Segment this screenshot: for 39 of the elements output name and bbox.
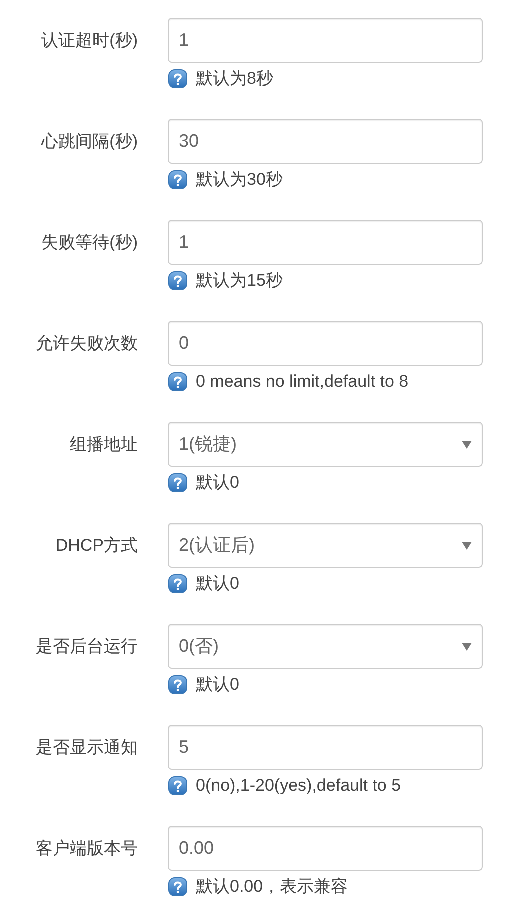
help-icon xyxy=(168,372,188,392)
hint-text: 默认为15秒 xyxy=(196,270,283,292)
field-label: 客户端版本号 xyxy=(36,839,138,858)
hint-text: 默认0 xyxy=(196,674,240,696)
field-label: 认证超时(秒) xyxy=(42,31,138,50)
input-field[interactable]: 0.00 xyxy=(168,826,483,871)
input-field[interactable]: 30 xyxy=(168,119,483,164)
field-label: DHCP方式 xyxy=(56,536,138,555)
caret-icon xyxy=(462,440,472,448)
field-label: 是否后台运行 xyxy=(36,637,138,656)
hint-text: 默认0 xyxy=(196,472,240,494)
caret-icon xyxy=(462,542,472,550)
help-icon xyxy=(168,68,188,89)
field-label: 组播地址 xyxy=(70,435,138,454)
field-label: 允许失败次数 xyxy=(36,334,138,353)
field-label: 是否显示通知 xyxy=(36,738,138,757)
input-field[interactable]: 0 xyxy=(168,321,483,366)
help-icon xyxy=(168,574,188,594)
help-icon xyxy=(168,876,188,897)
caret-icon xyxy=(462,642,472,650)
help-icon xyxy=(168,270,188,291)
hint-text: 默认为30秒 xyxy=(196,169,283,191)
help-icon xyxy=(168,674,188,695)
input-field[interactable]: 1 xyxy=(168,18,483,63)
field-label: 失败等待(秒) xyxy=(42,233,138,252)
help-icon xyxy=(168,472,188,493)
field-label: 心跳间隔(秒) xyxy=(42,132,138,151)
hint-text: 默认0.00，表示兼容 xyxy=(196,876,348,898)
hint-text: 默认0 xyxy=(196,573,240,595)
help-icon xyxy=(168,776,188,796)
hint-text: 0(no),1-20(yes),default to 5 xyxy=(196,775,402,797)
input-field[interactable]: 5 xyxy=(168,725,483,770)
help-icon xyxy=(168,170,188,190)
hint-text: 0 means no limit,default to 8 xyxy=(196,371,409,393)
select-field[interactable]: 0(否) xyxy=(168,624,483,669)
select-field[interactable]: 2(认证后) xyxy=(168,523,483,568)
select-field[interactable]: 1(锐捷) xyxy=(168,422,483,467)
hint-text: 默认为8秒 xyxy=(196,68,274,90)
input-field[interactable]: 1 xyxy=(168,220,483,265)
